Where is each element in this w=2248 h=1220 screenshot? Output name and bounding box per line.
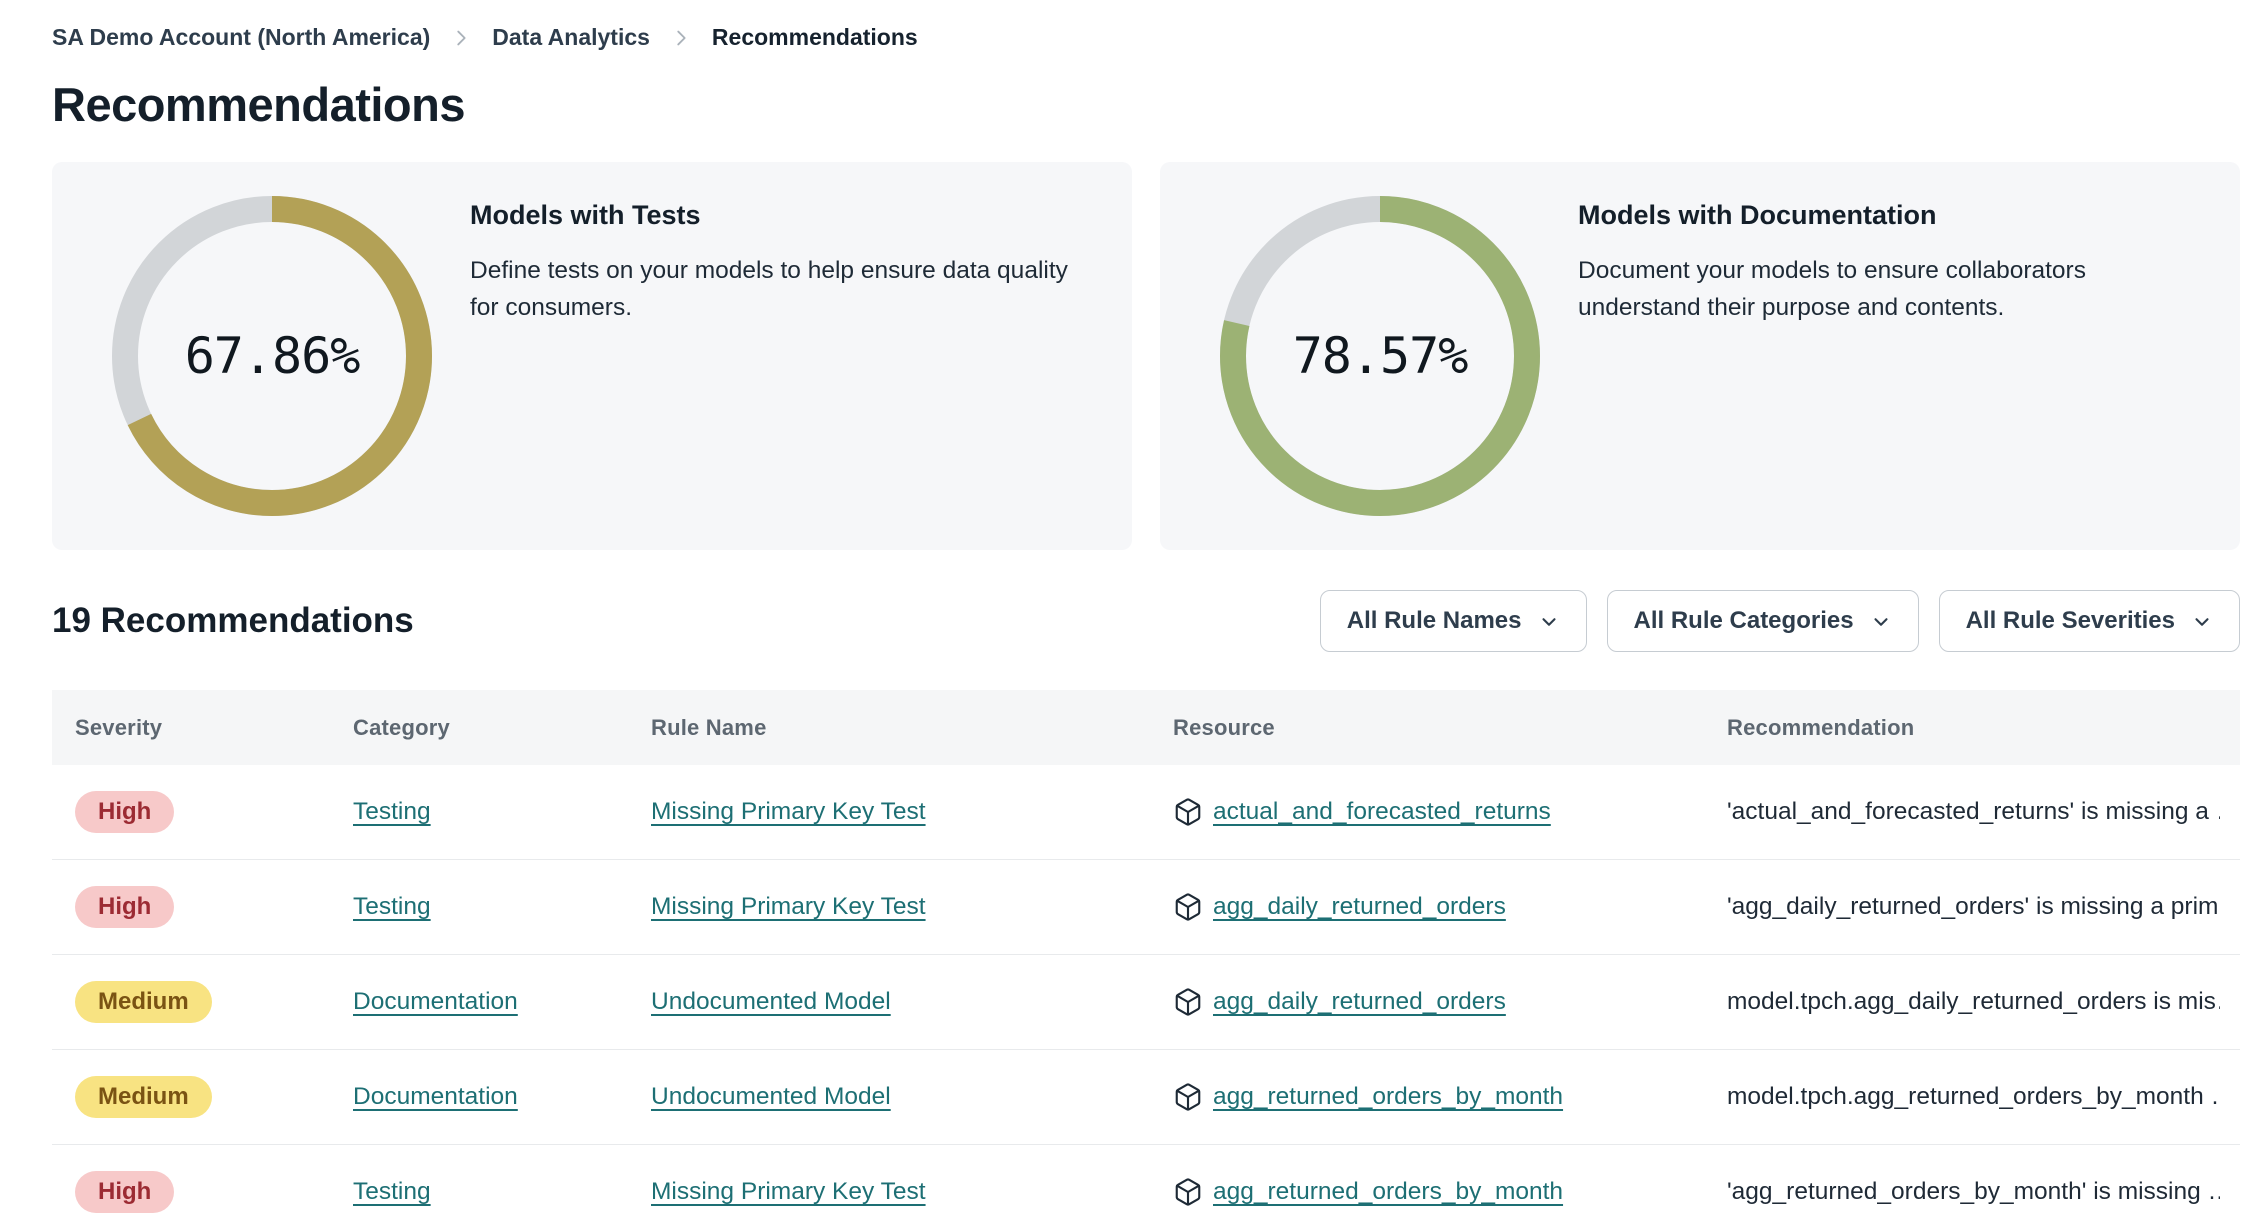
list-header: 19 Recommendations All Rule Names All Ru… bbox=[52, 590, 2240, 652]
table-row: Medium Documentation Undocumented Model … bbox=[52, 1050, 2240, 1145]
resource-link[interactable]: agg_returned_orders_by_month bbox=[1213, 1083, 1563, 1111]
category-link[interactable]: Documentation bbox=[353, 1083, 518, 1110]
chevron-right-icon bbox=[670, 27, 692, 49]
breadcrumb-project-link[interactable]: Data Analytics bbox=[492, 24, 650, 51]
docs-card-title: Models with Documentation bbox=[1578, 200, 1937, 230]
rule-names-filter-label: All Rule Names bbox=[1346, 607, 1522, 634]
chevron-down-icon bbox=[2191, 609, 2213, 633]
table-header-row: Severity Category Rule Name Resource Rec… bbox=[52, 690, 2240, 765]
resource-link[interactable]: agg_daily_returned_orders bbox=[1213, 893, 1506, 921]
recommendations-table: Severity Category Rule Name Resource Rec… bbox=[52, 690, 2240, 1220]
model-cube-icon bbox=[1173, 1177, 1203, 1207]
chevron-right-icon bbox=[450, 27, 472, 49]
rule-categories-filter-dropdown[interactable]: All Rule Categories bbox=[1606, 590, 1919, 652]
tests-card-title: Models with Tests bbox=[470, 200, 701, 230]
severity-badge: High bbox=[75, 791, 175, 833]
rule-name-link[interactable]: Missing Primary Key Test bbox=[651, 1178, 926, 1205]
breadcrumb: SA Demo Account (North America) Data Ana… bbox=[52, 24, 2240, 51]
rule-name-link[interactable]: Missing Primary Key Test bbox=[651, 893, 926, 920]
docs-card-description: Document your models to ensure collabora… bbox=[1578, 257, 2086, 321]
resource-link[interactable]: agg_daily_returned_orders bbox=[1213, 988, 1506, 1016]
category-link[interactable]: Testing bbox=[353, 1178, 431, 1205]
severity-badge: Medium bbox=[75, 981, 212, 1023]
tests-card-description: Define tests on your models to help ensu… bbox=[470, 257, 1068, 321]
rule-categories-filter-label: All Rule Categories bbox=[1633, 607, 1854, 634]
resource-link[interactable]: actual_and_forecasted_returns bbox=[1213, 798, 1551, 826]
severity-badge: High bbox=[75, 886, 175, 928]
rule-severities-filter-dropdown[interactable]: All Rule Severities bbox=[1938, 590, 2240, 652]
recommendation-text: model.tpch.agg_daily_returned_orders is … bbox=[1727, 988, 2220, 1015]
model-cube-icon bbox=[1173, 1082, 1203, 1112]
column-header-recommendation: Recommendation bbox=[1727, 714, 1915, 740]
column-header-severity: Severity bbox=[75, 714, 163, 740]
docs-donut-chart: 78.57% bbox=[1220, 196, 1540, 516]
resource-link[interactable]: agg_returned_orders_by_month bbox=[1213, 1178, 1563, 1206]
filter-bar: All Rule Names All Rule Categories All R… bbox=[1319, 590, 2240, 652]
docs-card-text: Models with Documentation Document your … bbox=[1540, 162, 2240, 550]
recommendation-text: 'agg_returned_orders_by_month' is missin… bbox=[1727, 1178, 2220, 1205]
chevron-down-icon bbox=[1870, 609, 1892, 633]
category-link[interactable]: Documentation bbox=[353, 988, 518, 1015]
model-cube-icon bbox=[1173, 987, 1203, 1017]
rule-name-link[interactable]: Undocumented Model bbox=[651, 1083, 891, 1110]
column-header-resource: Resource bbox=[1173, 714, 1275, 740]
recommendation-text: 'actual_and_forecasted_returns' is missi… bbox=[1727, 798, 2220, 825]
chevron-down-icon bbox=[1538, 609, 1560, 633]
tests-card-text: Models with Tests Define tests on your m… bbox=[432, 162, 1132, 550]
column-header-rule-name: Rule Name bbox=[651, 714, 767, 740]
models-with-tests-card: 67.86% Models with Tests Define tests on… bbox=[52, 162, 1132, 550]
category-link[interactable]: Testing bbox=[353, 893, 431, 920]
breadcrumb-account-link[interactable]: SA Demo Account (North America) bbox=[52, 24, 430, 51]
table-row: High Testing Missing Primary Key Test ag… bbox=[52, 860, 2240, 955]
breadcrumb-current: Recommendations bbox=[711, 24, 918, 50]
tests-donut-chart: 67.86% bbox=[112, 196, 432, 516]
metric-cards: 67.86% Models with Tests Define tests on… bbox=[52, 162, 2240, 550]
models-with-docs-card: 78.57% Models with Documentation Documen… bbox=[1160, 162, 2240, 550]
table-row: Medium Documentation Undocumented Model … bbox=[52, 955, 2240, 1050]
recommendation-text: model.tpch.agg_returned_orders_by_month … bbox=[1727, 1083, 2220, 1110]
severity-badge: High bbox=[75, 1171, 175, 1213]
table-row: High Testing Missing Primary Key Test ac… bbox=[52, 765, 2240, 860]
model-cube-icon bbox=[1173, 797, 1203, 827]
rule-name-link[interactable]: Undocumented Model bbox=[651, 988, 891, 1015]
column-header-category: Category bbox=[353, 714, 450, 740]
tests-percent-value: 67.86% bbox=[184, 327, 361, 385]
recommendation-text: 'agg_daily_returned_orders' is missing a… bbox=[1727, 893, 2220, 920]
severity-badge: Medium bbox=[75, 1076, 212, 1118]
rule-severities-filter-label: All Rule Severities bbox=[1965, 607, 2175, 634]
docs-percent-value: 78.57% bbox=[1292, 327, 1469, 385]
recommendations-count: 19 Recommendations bbox=[52, 601, 414, 640]
rule-names-filter-dropdown[interactable]: All Rule Names bbox=[1319, 590, 1587, 652]
table-row: High Testing Missing Primary Key Test ag… bbox=[52, 1145, 2240, 1220]
page-title: Recommendations bbox=[52, 78, 465, 131]
category-link[interactable]: Testing bbox=[353, 798, 431, 825]
recommendations-page: SA Demo Account (North America) Data Ana… bbox=[0, 0, 2248, 1220]
rule-name-link[interactable]: Missing Primary Key Test bbox=[651, 798, 926, 825]
model-cube-icon bbox=[1173, 892, 1203, 922]
